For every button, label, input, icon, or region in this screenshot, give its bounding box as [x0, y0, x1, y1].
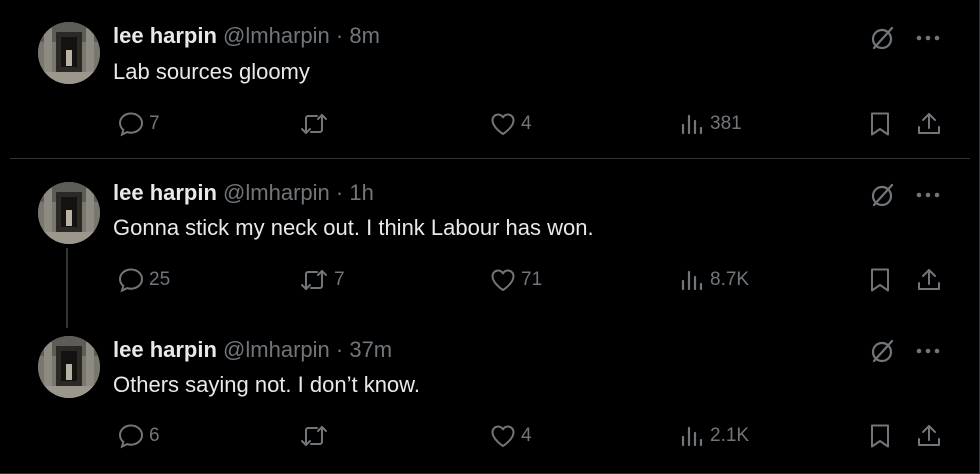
bookmark-icon [867, 110, 893, 138]
reply-count: 25 [149, 269, 171, 290]
reply-button[interactable]: 6 [117, 422, 160, 450]
tweet-header: lee harpin @lmharpin · 37m [113, 337, 392, 363]
more-icon[interactable] [914, 181, 942, 214]
author-name[interactable]: lee harpin [113, 23, 217, 48]
share-icon [915, 110, 943, 138]
view-count: 381 [710, 113, 742, 134]
tweet-top-actions [868, 24, 948, 54]
author-name[interactable]: lee harpin [113, 180, 217, 205]
grok-icon[interactable] [868, 181, 896, 214]
retweet-icon [298, 422, 330, 450]
like-button[interactable]: 4 [489, 422, 532, 450]
reply-button[interactable]: 25 [117, 266, 170, 294]
reply-icon [117, 110, 145, 138]
tweet-text: Gonna stick my neck out. I think Labour … [113, 215, 594, 240]
view-count: 2.1K [710, 425, 750, 446]
avatar[interactable] [38, 22, 100, 84]
analytics-icon [678, 110, 706, 138]
reply-icon [117, 422, 145, 450]
grok-icon[interactable] [868, 24, 896, 57]
timestamp[interactable]: 1h [349, 180, 373, 205]
timestamp[interactable]: 37m [349, 337, 392, 362]
more-icon[interactable] [914, 24, 942, 57]
heart-icon [489, 266, 517, 294]
bookmark-button[interactable] [867, 266, 893, 294]
bookmark-icon [867, 422, 893, 450]
tweet-top-actions [868, 337, 948, 367]
tweet-card[interactable]: lee harpin @lmharpin · 8m Lab sources gl… [0, 0, 980, 150]
timestamp[interactable]: 8m [349, 23, 380, 48]
views-button[interactable]: 2.1K [678, 422, 749, 450]
author-name[interactable]: lee harpin [113, 337, 217, 362]
views-button[interactable]: 8.7K [678, 266, 749, 294]
share-button[interactable] [915, 422, 943, 450]
view-count: 8.7K [710, 269, 750, 290]
heart-icon [489, 110, 517, 138]
analytics-icon [678, 422, 706, 450]
bookmark-icon [867, 266, 893, 294]
avatar[interactable] [38, 336, 100, 398]
retweet-button[interactable] [298, 110, 334, 138]
separator-dot: · [335, 23, 344, 48]
avatar[interactable] [38, 182, 100, 244]
share-button[interactable] [915, 266, 943, 294]
heart-icon [489, 422, 517, 450]
tweet-text: Lab sources gloomy [113, 59, 310, 84]
share-icon [915, 422, 943, 450]
reply-icon [117, 266, 145, 294]
more-icon[interactable] [914, 337, 942, 370]
separator-dot: · [335, 337, 344, 362]
reply-count: 7 [149, 113, 160, 134]
retweet-button[interactable]: 7 [298, 266, 345, 294]
like-button[interactable]: 71 [489, 266, 542, 294]
like-count: 71 [521, 269, 543, 290]
share-icon [915, 266, 943, 294]
bookmark-button[interactable] [867, 422, 893, 450]
retweet-count: 7 [334, 269, 345, 290]
tweet-header: lee harpin @lmharpin · 1h [113, 180, 374, 206]
views-button[interactable]: 381 [678, 110, 742, 138]
tweet-text: Others saying not. I don’t know. [113, 372, 420, 397]
author-handle[interactable]: @lmharpin [223, 337, 330, 362]
author-handle[interactable]: @lmharpin [223, 180, 330, 205]
bookmark-button[interactable] [867, 110, 893, 138]
reply-button[interactable]: 7 [117, 110, 160, 138]
like-count: 4 [521, 113, 532, 134]
grok-icon[interactable] [868, 337, 896, 370]
retweet-button[interactable] [298, 422, 334, 450]
retweet-icon [298, 266, 330, 294]
separator-dot: · [335, 180, 344, 205]
like-count: 4 [521, 425, 532, 446]
tweet-card[interactable]: lee harpin @lmharpin · 37m Others saying… [0, 320, 980, 470]
tweet-top-actions [868, 181, 948, 211]
tweet-card[interactable]: lee harpin @lmharpin · 1h Gonna stick my… [0, 158, 980, 308]
reply-count: 6 [149, 425, 160, 446]
tweet-header: lee harpin @lmharpin · 8m [113, 23, 380, 49]
analytics-icon [678, 266, 706, 294]
author-handle[interactable]: @lmharpin [223, 23, 330, 48]
retweet-icon [298, 110, 330, 138]
like-button[interactable]: 4 [489, 110, 532, 138]
share-button[interactable] [915, 110, 943, 138]
